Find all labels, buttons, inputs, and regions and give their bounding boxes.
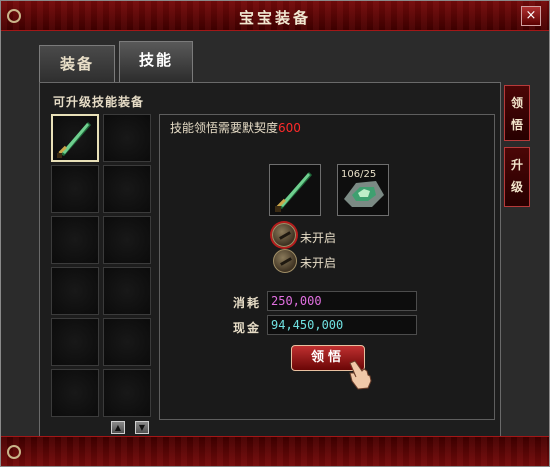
equipment-grid bbox=[51, 114, 151, 420]
close-button[interactable]: × bbox=[521, 6, 541, 26]
grid-slot[interactable] bbox=[103, 369, 151, 417]
grid-slot[interactable] bbox=[51, 114, 99, 162]
side-tab-learn[interactable]: 领 悟 bbox=[504, 85, 530, 141]
side-tab-label: 升 级 bbox=[510, 158, 523, 194]
grid-slot[interactable] bbox=[51, 165, 99, 213]
title-bar: 宝宝装备 × bbox=[1, 1, 549, 31]
consume-label: 消耗 bbox=[233, 296, 262, 310]
scroll-down-button[interactable]: ▼ bbox=[135, 421, 149, 434]
consume-value: 250,000 bbox=[267, 291, 417, 311]
ornament-icon bbox=[7, 445, 21, 459]
tab-skills[interactable]: 技能 bbox=[119, 41, 193, 83]
option-coin-icon[interactable] bbox=[272, 223, 296, 247]
side-tab-label: 领 悟 bbox=[510, 96, 523, 132]
window-frame: 宝宝装备 × 装备 技能 可升级技能装备 ▲ ▼ 技能领悟需要默契度600 10… bbox=[0, 0, 550, 467]
requirement-text: 技能领悟需要默契度600 bbox=[170, 119, 301, 136]
grid-slot[interactable] bbox=[103, 165, 151, 213]
option-label: 未开启 bbox=[300, 231, 337, 245]
item-count: 106/25 bbox=[341, 169, 377, 180]
green-sword-icon bbox=[275, 172, 312, 212]
money-value: 94,450,000 bbox=[267, 315, 417, 335]
money-label: 现金 bbox=[233, 321, 262, 335]
window-title: 宝宝装备 bbox=[238, 9, 311, 27]
grid-slot[interactable] bbox=[51, 369, 99, 417]
pointer-hand-icon bbox=[349, 360, 372, 390]
grid-slot[interactable] bbox=[51, 318, 99, 366]
grid-slot[interactable] bbox=[103, 216, 151, 264]
grid-slot[interactable] bbox=[51, 216, 99, 264]
grid-slot[interactable] bbox=[103, 318, 151, 366]
bottom-bar bbox=[1, 436, 549, 466]
option-label: 未开启 bbox=[300, 256, 337, 270]
scroll-up-button[interactable]: ▲ bbox=[111, 421, 125, 434]
requirement-value: 600 bbox=[278, 121, 301, 135]
grid-slot[interactable] bbox=[103, 114, 151, 162]
side-tab-upgrade[interactable]: 升 级 bbox=[504, 147, 530, 207]
option-coin-icon[interactable] bbox=[273, 249, 297, 273]
item-slot-weapon[interactable] bbox=[269, 164, 321, 216]
grid-slot[interactable] bbox=[51, 267, 99, 315]
requirement-label: 技能领悟需要默契度 bbox=[170, 121, 279, 135]
green-sword-icon bbox=[57, 122, 91, 158]
tab-equipment[interactable]: 装备 bbox=[39, 45, 115, 83]
grid-slot[interactable] bbox=[103, 267, 151, 315]
section-label: 可升级技能装备 bbox=[53, 95, 145, 109]
